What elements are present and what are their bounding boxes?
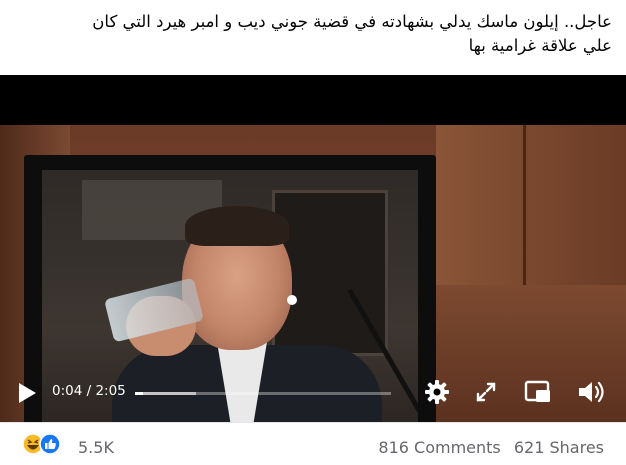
picture-in-picture-icon[interactable] bbox=[523, 378, 553, 406]
volume-icon[interactable] bbox=[575, 378, 607, 406]
post-text-line-1: عاجل.. إيلون ماسك يدلي بشهادته في قضية ج… bbox=[92, 12, 612, 31]
post-text-line-2: علي علاقة غرامية بها bbox=[468, 36, 612, 55]
video-controls: 0:04 / 2:05 bbox=[0, 370, 626, 422]
like-icon bbox=[39, 433, 61, 455]
play-icon[interactable] bbox=[16, 382, 38, 404]
progress-bar[interactable] bbox=[135, 392, 391, 395]
shares-count[interactable]: 621 Shares bbox=[514, 438, 604, 457]
earring bbox=[287, 295, 297, 305]
progress-fill bbox=[135, 392, 144, 395]
reaction-icons[interactable] bbox=[22, 432, 74, 456]
post-text: عاجل.. إيلون ماسك يدلي بشهادته في قضية ج… bbox=[0, 0, 626, 75]
engagement-stats: 816 Comments 621 Shares bbox=[378, 438, 604, 457]
comments-count[interactable]: 816 Comments bbox=[378, 438, 500, 457]
expand-icon[interactable] bbox=[472, 378, 500, 406]
video-player[interactable]: 0:04 / 2:05 bbox=[0, 75, 626, 422]
reaction-bar: 5.5K 816 Comments 621 Shares bbox=[0, 430, 626, 465]
person-hair bbox=[185, 206, 289, 246]
buffer-bar bbox=[135, 392, 197, 395]
reaction-count[interactable]: 5.5K bbox=[78, 438, 114, 457]
time-display: 0:04 / 2:05 bbox=[52, 383, 126, 399]
gear-icon[interactable] bbox=[423, 378, 451, 406]
divider bbox=[0, 422, 626, 423]
